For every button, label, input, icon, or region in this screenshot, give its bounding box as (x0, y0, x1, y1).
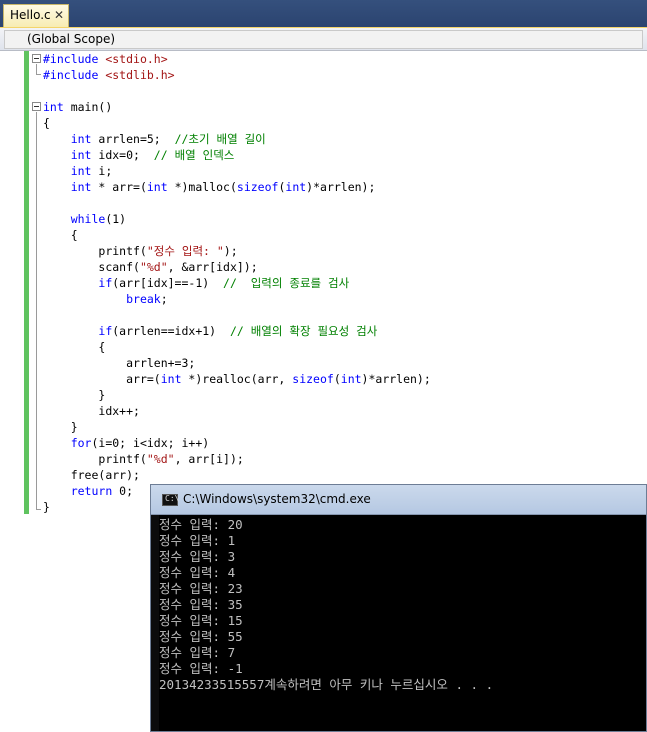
code-line: #include <stdio.h> (43, 52, 168, 66)
console-line: 정수 입력: 4 (159, 565, 236, 580)
code-line: { (70, 228, 78, 242)
code-line: for(i=0; i<idx; i++) (70, 436, 210, 450)
code-line: int idx=0; // 배열 인덱스 (70, 148, 235, 162)
console-line: 정수 입력: 35 (159, 597, 243, 612)
scope-label: (Global Scope) (27, 32, 116, 46)
code-line: while(1) (70, 212, 127, 226)
code-line: int arrlen=5; //초기 배열 길이 (70, 132, 266, 146)
code-line: if(arrlen==idx+1) // 배열의 확장 필요성 검사 (98, 324, 378, 338)
code-line: #include <stdlib.h> (43, 68, 175, 82)
terminal-icon: C:\ (162, 494, 179, 506)
console-window[interactable]: C:\ C:\Windows\system32\cmd.exe 정수 입력: 2… (150, 484, 647, 732)
console-line: 정수 입력: 7 (159, 645, 236, 660)
console-line: 정수 입력: 20 (159, 517, 243, 532)
fold-guide-end (36, 74, 41, 75)
code-line: { (98, 340, 106, 354)
code-line: free(arr); (70, 468, 140, 482)
change-indicator-bar (24, 51, 29, 514)
fold-guide (36, 64, 37, 74)
tab-label: Hello.c (10, 8, 51, 22)
close-icon[interactable]: ✕ (54, 7, 64, 23)
console-line: 정수 입력: 23 (159, 581, 243, 596)
code-line: printf("%d", arr[i]); (98, 452, 244, 466)
code-line: arr=(int *)realloc(arr, sizeof(int)*arrl… (126, 372, 431, 386)
navigation-bar: (Global Scope) (0, 27, 647, 51)
code-line: } (98, 388, 106, 402)
code-line: if(arr[idx]==-1) // 입력의 종료를 검사 (98, 276, 350, 290)
console-line: 정수 입력: -1 (159, 661, 243, 676)
code-line: idx++; (98, 404, 140, 418)
code-line: scanf("%d", &arr[idx]); (98, 260, 258, 274)
console-line: 정수 입력: 1 (159, 533, 236, 548)
code-line: arrlen+=3; (126, 356, 196, 370)
console-output: 정수 입력: 20 정수 입력: 1 정수 입력: 3 정수 입력: 4 정수 입력: … (159, 515, 646, 693)
document-tab-strip: Hello.c ✕ (0, 0, 647, 27)
console-line: 20134233515557계속하려면 아무 키나 누르십시오 . . . (159, 677, 494, 692)
console-titlebar[interactable]: C:\ C:\Windows\system32\cmd.exe (151, 485, 646, 515)
code-line: int i; (70, 164, 113, 178)
fold-guide (36, 112, 37, 509)
code-line: { (43, 116, 50, 130)
source-code: #include <stdio.h> #include <stdlib.h> int… (43, 51, 431, 515)
code-line: int main() (43, 100, 113, 114)
console-line: 정수 입력: 3 (159, 549, 236, 564)
code-line: } (70, 420, 78, 434)
scope-dropdown[interactable]: (Global Scope) (4, 30, 643, 49)
collapse-icon[interactable] (32, 102, 41, 111)
collapse-icon[interactable] (32, 54, 41, 63)
code-line: printf("정수 입력: "); (98, 244, 238, 258)
code-line: int * arr=(int *)malloc(sizeof(int)*arrl… (70, 180, 376, 194)
tab-hello-c[interactable]: Hello.c ✕ (3, 4, 69, 27)
console-line: 정수 입력: 55 (159, 629, 243, 644)
console-output-area[interactable]: 정수 입력: 20 정수 입력: 1 정수 입력: 3 정수 입력: 4 정수 입력: … (159, 515, 646, 731)
code-line: break; (126, 292, 168, 306)
fold-guide-end (36, 509, 41, 510)
console-title: C:\Windows\system32\cmd.exe (183, 492, 371, 506)
console-line: 정수 입력: 15 (159, 613, 243, 628)
